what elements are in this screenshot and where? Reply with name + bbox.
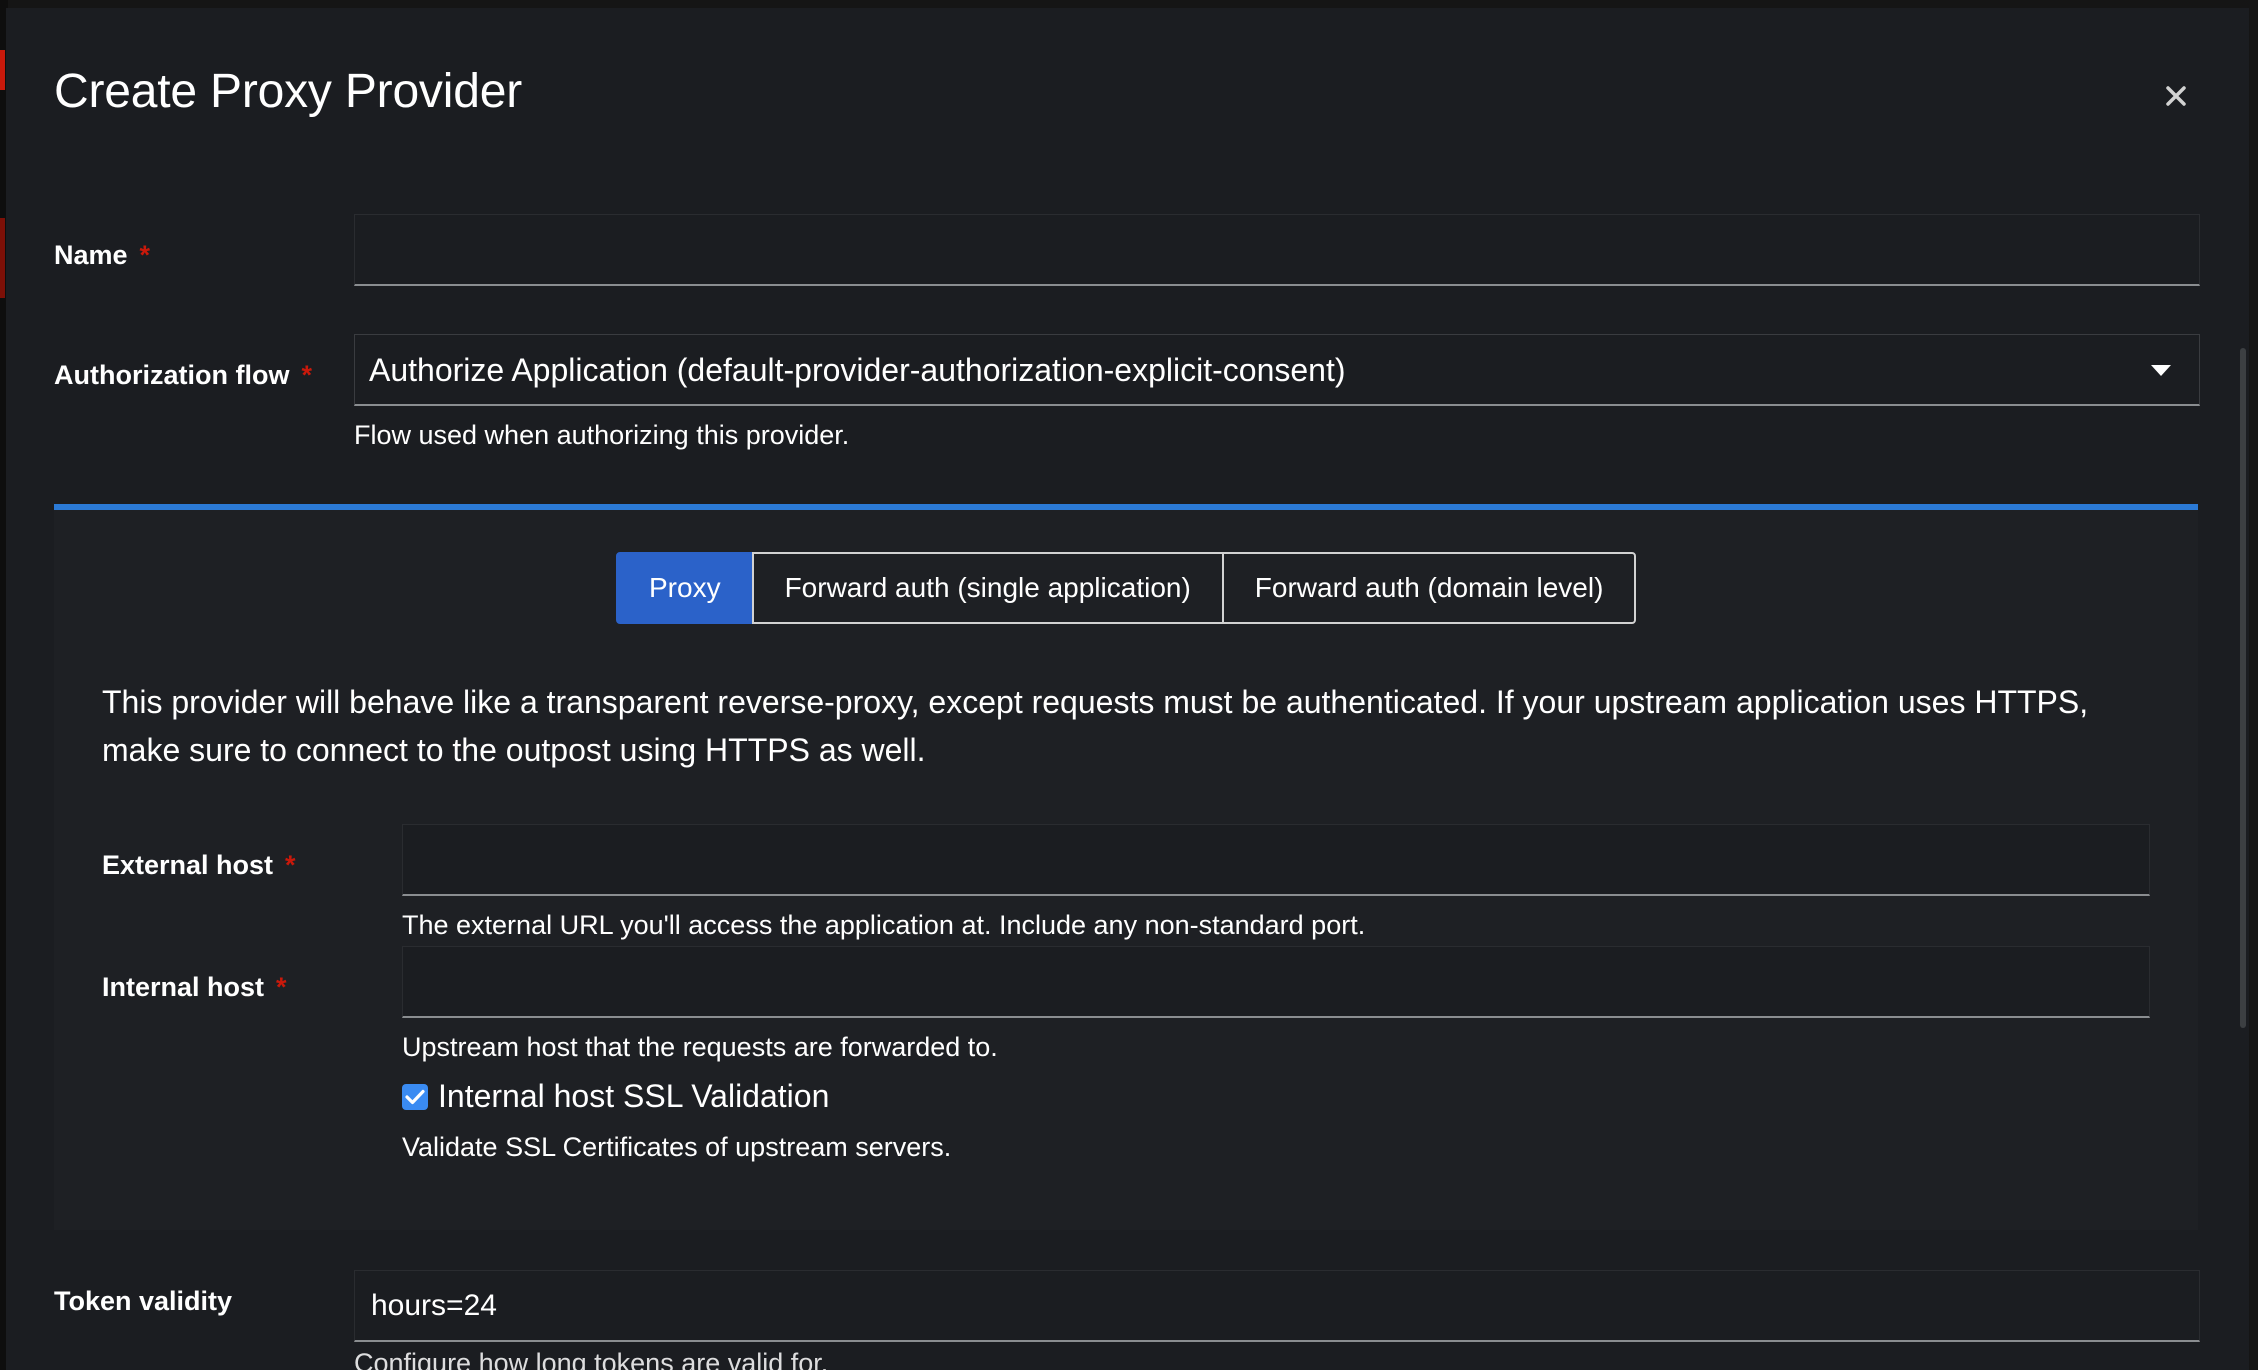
- ssl-validation-label: Internal host SSL Validation: [438, 1078, 830, 1114]
- create-provider-modal: Create Proxy Provider Name * Authorizatio…: [6, 8, 2249, 1370]
- backdrop-accent: [0, 50, 5, 90]
- toggle-proxy[interactable]: Proxy: [616, 552, 754, 624]
- required-marker: *: [285, 850, 296, 880]
- required-marker: *: [139, 240, 151, 270]
- checkmark-icon: [405, 1089, 425, 1104]
- internal-host-label: Internal host *: [102, 972, 287, 1002]
- mode-toggle-group: Proxy Forward auth (single application) …: [616, 552, 1637, 624]
- internal-host-input[interactable]: [402, 946, 2150, 1018]
- ssl-validation-helper: Validate SSL Certificates of upstream se…: [402, 1132, 952, 1162]
- required-marker: *: [276, 972, 287, 1002]
- token-validity-label: Token validity: [54, 1286, 233, 1316]
- scrollbar-thumb[interactable]: [2240, 348, 2246, 1028]
- external-host-helper: The external URL you'll access the appli…: [402, 910, 1366, 940]
- ssl-validation-checkbox[interactable]: [402, 1083, 428, 1110]
- internal-host-helper: Upstream host that the requests are forw…: [402, 1032, 998, 1062]
- close-icon: [2166, 86, 2186, 106]
- token-validity-helper: Configure how long tokens are valid for.: [354, 1348, 829, 1370]
- name-input[interactable]: [354, 214, 2200, 286]
- backdrop-accent: [0, 218, 5, 298]
- authorization-flow-label: Authorization flow *: [54, 360, 312, 390]
- ssl-validation-checkbox-row[interactable]: Internal host SSL Validation: [402, 1078, 829, 1115]
- token-validity-input[interactable]: hours=24: [354, 1270, 2200, 1342]
- authorization-flow-helper: Flow used when authorizing this provider…: [354, 420, 850, 450]
- name-label: Name *: [54, 240, 151, 270]
- authorization-flow-selected: Authorize Application (default-provider-…: [369, 352, 1346, 388]
- external-host-label: External host *: [102, 850, 296, 880]
- external-host-input[interactable]: [402, 824, 2150, 896]
- modal-title: Create Proxy Provider: [54, 65, 522, 118]
- toggle-forward-auth-domain[interactable]: Forward auth (domain level): [1221, 552, 1637, 624]
- close-button[interactable]: [2154, 74, 2198, 118]
- toggle-forward-auth-single[interactable]: Forward auth (single application): [751, 552, 1224, 624]
- authorization-flow-select[interactable]: Authorize Application (default-provider-…: [354, 334, 2200, 406]
- scrollbar[interactable]: [2235, 8, 2249, 1370]
- proxy-description: This provider will behave like a transpa…: [102, 684, 2089, 768]
- chevron-down-icon: [2151, 365, 2171, 376]
- required-marker: *: [301, 360, 312, 390]
